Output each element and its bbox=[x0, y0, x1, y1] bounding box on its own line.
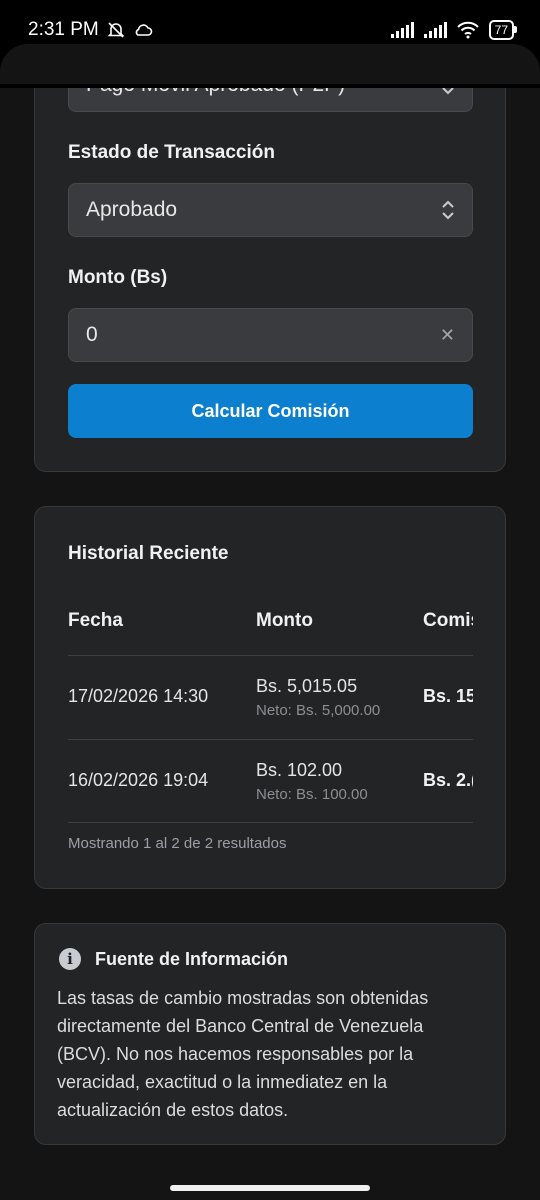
pagination-info: Mostrando 1 al 2 de 2 resultados bbox=[68, 835, 287, 852]
amount-label: Monto (Bs) bbox=[68, 267, 168, 288]
amount-input-value: 0 bbox=[86, 323, 98, 346]
signal-icon bbox=[423, 22, 447, 38]
home-indicator[interactable] bbox=[170, 1185, 370, 1191]
top-rounded-edge bbox=[0, 44, 540, 84]
chevron-up-down-icon bbox=[442, 200, 454, 220]
amount-input[interactable]: 0 ✕ bbox=[68, 308, 473, 362]
header-comision: Comis bbox=[423, 610, 473, 631]
status-select-value: Aprobado bbox=[86, 198, 178, 221]
row-neto: Neto: Bs. 5,000.00 bbox=[256, 702, 381, 719]
info-icon: i bbox=[59, 948, 81, 970]
clear-icon[interactable]: ✕ bbox=[440, 325, 455, 346]
history-card: Historial Reciente Fecha Monto Comis 17/… bbox=[34, 506, 506, 889]
header-fecha: Fecha bbox=[68, 610, 123, 631]
history-table[interactable]: Fecha Monto Comis 17/02/2026 14:30 Bs. 5… bbox=[68, 591, 473, 823]
info-card: i Fuente de Información Las tasas de cam… bbox=[34, 923, 506, 1145]
row-monto: Bs. 102.00 bbox=[256, 760, 343, 780]
info-text: Las tasas de cambio mostradas son obteni… bbox=[57, 988, 429, 1120]
bell-off-icon bbox=[107, 22, 125, 38]
header-monto: Monto bbox=[256, 610, 313, 631]
battery-level: 77 bbox=[494, 23, 508, 37]
info-header: i Fuente de Información bbox=[59, 948, 288, 970]
status-label: Estado de Transacción bbox=[68, 142, 275, 163]
row-fecha: 16/02/2026 19:04 bbox=[68, 770, 209, 790]
row-neto: Neto: Bs. 100.00 bbox=[256, 786, 368, 803]
status-time-group: 2:31 PM bbox=[28, 19, 153, 41]
row-comision: Bs. 15 bbox=[423, 686, 473, 706]
table-divider bbox=[68, 822, 473, 823]
cloud-icon bbox=[135, 24, 153, 36]
table-row: 17/02/2026 14:30 Bs. 5,015.05 Neto: Bs. … bbox=[68, 656, 473, 738]
row-monto: Bs. 5,015.05 bbox=[256, 676, 358, 696]
info-title: Fuente de Información bbox=[95, 948, 289, 969]
calculate-commission-button[interactable]: Calcular Comisión bbox=[68, 384, 473, 438]
row-fecha: 17/02/2026 14:30 bbox=[68, 686, 209, 706]
screen: Pago Móvil Aprobado (P2P) Estado de Tran… bbox=[0, 0, 540, 1200]
table-header: Fecha Monto Comis bbox=[68, 591, 473, 651]
battery-icon: 77 bbox=[488, 20, 518, 40]
wifi-icon bbox=[456, 21, 479, 39]
status-select[interactable]: Aprobado bbox=[68, 183, 473, 237]
row-comision: Bs. 2.( bbox=[423, 770, 473, 790]
signal-icon bbox=[390, 22, 414, 38]
status-time: 2:31 PM bbox=[28, 19, 99, 40]
table-row: 16/02/2026 19:04 Bs. 102.00 Neto: Bs. 10… bbox=[68, 740, 473, 822]
history-title: Historial Reciente bbox=[68, 543, 229, 564]
status-icons: 77 bbox=[390, 20, 518, 40]
